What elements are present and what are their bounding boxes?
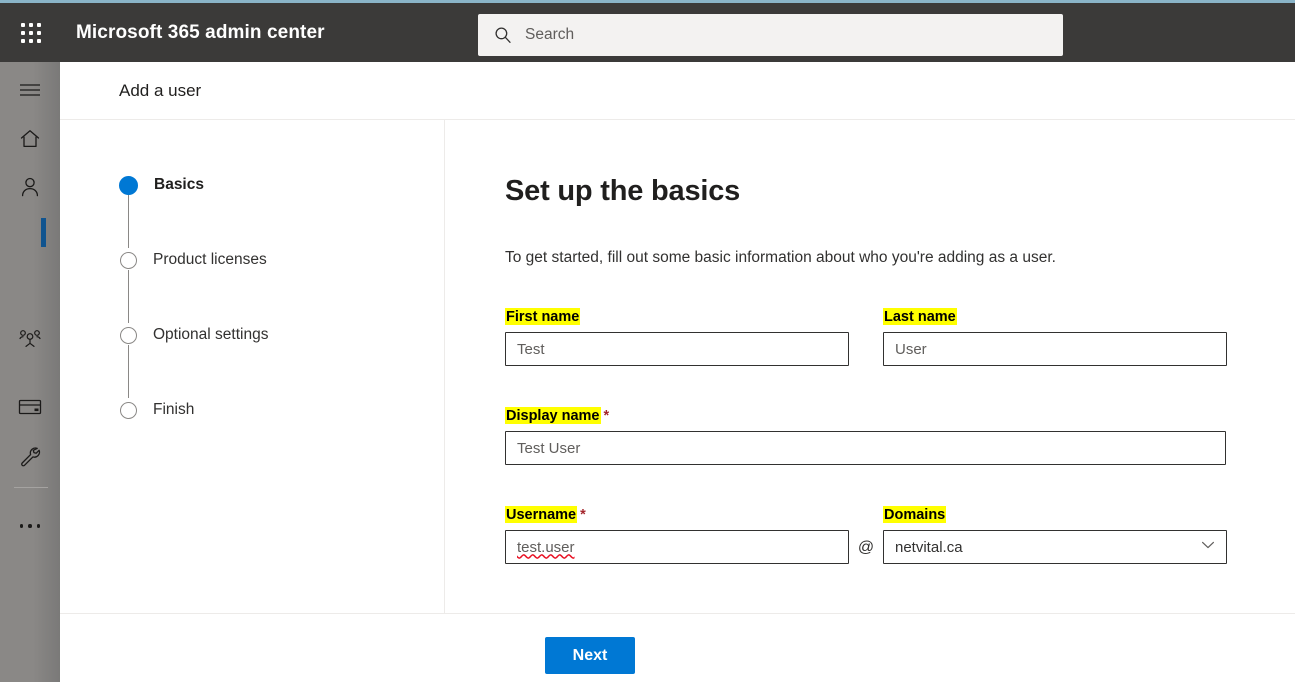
sidebar-item-users[interactable] [0, 165, 60, 213]
wizard-step-list: Basics Product licenses Optional setting… [119, 174, 268, 421]
wizard-step-finish[interactable]: Finish [119, 399, 268, 421]
required-marker: * [603, 408, 610, 424]
chevron-down-icon [1200, 537, 1216, 557]
display-name-input[interactable]: Test User [505, 431, 1226, 465]
sidebar-item-support[interactable] [0, 434, 60, 482]
home-icon [18, 127, 42, 156]
search-icon [494, 26, 512, 44]
username-field-group: Username * test.user [505, 506, 849, 564]
first-name-label: First name [505, 308, 581, 325]
sidebar-item-home[interactable] [0, 117, 60, 165]
wizard-steps-column: Basics Product licenses Optional setting… [60, 120, 445, 613]
step-connector-line [128, 270, 129, 323]
add-user-panel: Add a user Basics Product licenses Optio… [60, 62, 1295, 682]
step-indicator-icon [120, 401, 137, 419]
first-name-value: Test [517, 340, 545, 358]
active-section-indicator [41, 218, 46, 247]
sidebar-item-billing[interactable] [0, 385, 60, 433]
last-name-label: Last name [883, 308, 957, 325]
page-title: Add a user [119, 80, 202, 100]
form-subtitle: To get started, fill out some basic info… [505, 249, 1056, 266]
username-label: Username * [505, 506, 586, 523]
suite-title: Microsoft 365 admin center [76, 21, 325, 43]
panel-header: Add a user [60, 62, 1295, 120]
sidebar-item-show-all[interactable] [0, 502, 60, 550]
wizard-step-label: Product licenses [153, 251, 267, 268]
wizard-step-basics[interactable]: Basics [119, 174, 268, 248]
display-name-field-row: Display name * Test User [505, 407, 1295, 465]
credit-card-icon [17, 397, 43, 422]
hamburger-menu-icon [18, 81, 42, 104]
domains-dropdown[interactable]: netvital.ca [883, 530, 1227, 564]
search-placeholder: Search [525, 26, 575, 43]
required-marker: * [580, 507, 586, 523]
last-name-field-group: Last name User [883, 308, 1227, 366]
domains-value: netvital.ca [895, 538, 963, 556]
wizard-step-label: Basics [154, 176, 204, 193]
first-name-field-group: First name Test [505, 308, 849, 366]
wizard-step-product-licenses[interactable]: Product licenses [119, 249, 268, 323]
last-name-value: User [895, 340, 927, 358]
nav-toggle-button[interactable] [0, 68, 60, 116]
wrench-icon [18, 444, 42, 473]
step-indicator-icon [120, 326, 137, 344]
next-button[interactable]: Next [545, 637, 635, 674]
field-gap [849, 309, 883, 366]
people-group-icon [17, 327, 43, 356]
wizard-step-label: Optional settings [153, 326, 269, 343]
wizard-step-optional-settings[interactable]: Optional settings [119, 324, 269, 398]
person-icon [18, 175, 42, 204]
username-value: test.user [517, 538, 575, 556]
display-name-label: Display name * [505, 407, 610, 424]
suite-header: Microsoft 365 admin center Search [0, 3, 1295, 62]
username-domain-field-row: Username * test.user @ Domains netvital.c… [505, 506, 1295, 564]
wizard-step-label: Finish [153, 401, 195, 418]
rail-divider [14, 487, 48, 488]
form-column: Set up the basics To get started, fill o… [446, 120, 1295, 613]
step-indicator-icon [119, 175, 138, 195]
step-connector-line [128, 195, 129, 248]
form-heading: Set up the basics [505, 175, 741, 207]
panel-footer: Next [60, 613, 1295, 682]
app-launcher-button[interactable] [7, 9, 55, 57]
display-name-field-group: Display name * Test User [505, 407, 1226, 465]
sidebar-item-teams-groups[interactable] [0, 317, 60, 365]
username-input[interactable]: test.user [505, 530, 849, 564]
waffle-icon [21, 22, 41, 43]
step-indicator-icon [120, 251, 137, 269]
domains-field-group: Domains netvital.ca [883, 506, 1227, 564]
search-box[interactable]: Search [478, 14, 1063, 56]
first-name-input[interactable]: Test [505, 332, 849, 366]
at-separator: @ [857, 539, 875, 556]
domains-label: Domains [883, 506, 947, 523]
display-name-value: Test User [517, 439, 581, 457]
ellipsis-icon [19, 524, 41, 528]
last-name-input[interactable]: User [883, 332, 1227, 366]
name-field-row: First name Test Last name User [505, 308, 1295, 366]
left-nav-rail [0, 62, 60, 682]
step-connector-line [128, 345, 129, 398]
